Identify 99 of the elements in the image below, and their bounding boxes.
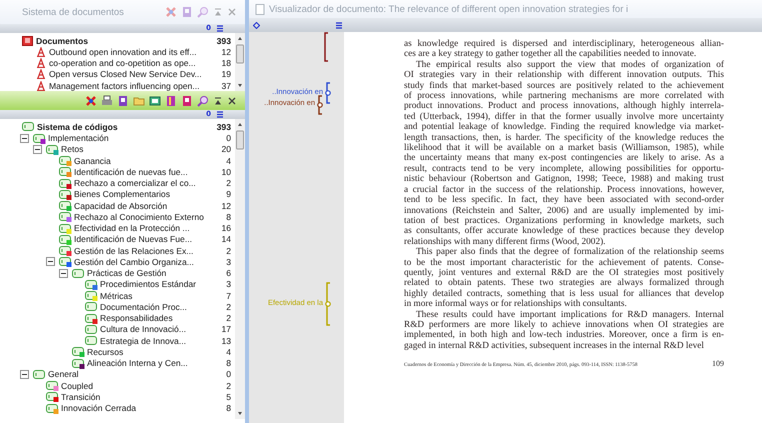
colorful-cross-icon[interactable] — [85, 94, 97, 107]
code-count: 20 — [221, 144, 231, 154]
list-icon[interactable] — [217, 111, 223, 118]
close-icon[interactable] — [227, 94, 237, 107]
code-system-count: 393 — [216, 122, 231, 132]
code-label[interactable]: Innovación Cerrada — [61, 403, 226, 414]
code-bracket[interactable] — [325, 82, 333, 104]
code-count: 0 — [226, 369, 231, 380]
code-count: 8 — [226, 403, 231, 414]
code-count: 12 — [221, 200, 231, 211]
scrollbar[interactable] — [235, 33, 245, 91]
code-label[interactable]: Rechazo a comercializar el co... — [74, 178, 226, 188]
paragraph: These results could have important implications for R&D managers. Internal R&D performers are more likely to achieve innovations when OI strategies are implemented, in both high and low-tech industries. Moreover, once a firm is en- gaged in internal R&D activities, subsequent increases in the internal R&D level — [404, 310, 724, 352]
window-icon[interactable] — [149, 94, 161, 107]
document-count: 18 — [221, 58, 231, 68]
document-set-icon — [22, 36, 33, 46]
code-label[interactable]: Métricas — [100, 290, 226, 301]
panel-title: Sistema de documentos — [22, 6, 125, 18]
book-icon[interactable] — [165, 94, 177, 107]
code-bracket[interactable] — [323, 32, 331, 62]
collapse-toggle[interactable] — [20, 370, 29, 379]
document-label[interactable]: Outbound open innovation and its eff... — [49, 46, 222, 57]
code-icon — [22, 121, 35, 132]
code-count: 4 — [226, 156, 231, 166]
code-label[interactable]: Coupled — [61, 380, 226, 391]
document-count: 12 — [221, 46, 231, 57]
code-count: 8 — [226, 358, 231, 368]
code-count: 2 — [226, 178, 231, 188]
document-label[interactable]: Management factors influencing open... — [49, 80, 222, 91]
code-count: 9 — [226, 189, 231, 200]
code-count: 3 — [226, 256, 231, 267]
code-label[interactable]: Recursos — [87, 346, 226, 357]
code-label[interactable]: Prácticas de Gestión — [87, 268, 226, 278]
code-label[interactable]: Rechazo al Conocimiento Externo — [74, 212, 226, 222]
code-icon — [85, 301, 98, 312]
collapse-toggle[interactable] — [33, 144, 42, 154]
code-label[interactable]: Documentación Proc... — [100, 302, 226, 312]
code-label[interactable]: Cultura de Innovació... — [100, 324, 222, 334]
collapse-toggle[interactable] — [59, 268, 68, 278]
paragraph: as knowledge required is dispersed and interdisciplinary, heterogeneous allian- ces are a key strategy to gather together all the capabilities needed to innovate. — [404, 39, 724, 60]
code-count: 10 — [221, 166, 231, 177]
document-icon[interactable] — [117, 94, 129, 107]
code-count: 8 — [226, 212, 231, 222]
code-count: 16 — [221, 223, 231, 234]
document-root-label[interactable]: Documentos — [36, 36, 217, 46]
code-label[interactable]: Gestión de las Relaciones Ex... — [74, 246, 226, 256]
scrollbar[interactable] — [235, 119, 245, 420]
document-label[interactable]: Open versus Closed New Service Dev... — [49, 69, 222, 80]
code-label[interactable]: Alineación Interna y Cen... — [87, 358, 226, 368]
code-label[interactable]: Identificación de Nuevas Fue... — [74, 234, 222, 244]
document-root-count: 393 — [216, 36, 231, 46]
code-count: 14 — [221, 234, 231, 244]
code-count: 0 — [226, 133, 231, 144]
code-label[interactable]: Capacidad de Absorción — [74, 200, 222, 211]
document-icon — [255, 4, 265, 14]
paragraph: The empirical results also support the view that modes of organization of OI strategies vary in their relationship with different innovation outputs. This study finds that market-based sources are positively related to the achievement of process innovations, while partnering mechanisms are more correlated with product innovations. Product and process innovations, although highly interrela- ted (Utterback, 1994), differ in that the former usually involve more uncertainty and potential leakage of knowledge. Finding the required knowledge via market- length transactions, then, is harder. The specificity of the knowledge reduces the likelihood that it will be available on a market basis (Williamson, 1985), while the uncertainty means that many ex-post contingencies are likely to arise. As a result, contracts tend to be very incomplete, allowing possibilities for opportu- nistic behaviour (Robertson and Gatignon, 1998; Teece, 1988) and making trust a crucial factor in the success of the relationship. Process innovations, however, tend to be less specific. In fact, they have been associated with second-order innovations (Reichstein and Salter, 2006) and are usually implemented by imi- tation of best practices. Organizations performing in knowledge markets, such as consultants, offer accurate knowledge of these practices because they develop relationships with many different firms (Wood, 2002). — [404, 60, 724, 248]
page-number: 109 — [712, 359, 724, 368]
collapse-toggle[interactable] — [46, 257, 55, 266]
code-label[interactable]: Transición — [61, 392, 226, 402]
document-icon[interactable] — [181, 94, 193, 107]
collapse-toggle[interactable] — [20, 134, 29, 143]
code-count: 3 — [226, 279, 231, 290]
code-count: 4 — [226, 346, 231, 357]
code-count: 2 — [226, 302, 231, 312]
code-label[interactable]: Bienes Complementarios — [74, 189, 226, 200]
code-icon — [72, 268, 85, 279]
code-count: 2 — [226, 246, 231, 256]
code-label[interactable]: Responsabilidades — [100, 313, 226, 324]
document-count: 37 — [221, 80, 231, 91]
code-label[interactable]: Ganancia — [74, 156, 226, 166]
code-label[interactable]: Implementación — [48, 133, 226, 144]
code-icon — [85, 335, 98, 346]
list-icon[interactable] — [336, 22, 342, 28]
search-icon[interactable] — [197, 94, 209, 107]
code-count: 6 — [226, 268, 231, 278]
code-bracket[interactable] — [317, 95, 325, 115]
code-count: 5 — [226, 392, 231, 402]
list-icon[interactable] — [217, 25, 223, 32]
code-count: 7 — [226, 290, 231, 301]
code-label[interactable]: Retos — [61, 144, 222, 154]
code-label[interactable]: Gestión del Cambio Organiza... — [74, 256, 226, 267]
code-label[interactable]: Identificación de nuevas fue... — [74, 166, 222, 177]
code-system-label[interactable]: Sistema de códigos — [37, 122, 217, 132]
code-icon — [33, 368, 46, 380]
code-count: 13 — [221, 336, 231, 346]
diamond-icon[interactable] — [253, 22, 260, 28]
code-icon — [85, 324, 98, 335]
paragraph: This paper also finds that the degree of formalization of the relationship seems to be the most important characteristic for the achievement of patents. Conse- quently, joint ventures and external R&D are the OI strategies most positively related to obtain patents. These two strategies are always formalized through highly detailed contracts, something that is less usual for alliances that develop in more informal ways or for relationships with consultants. — [404, 247, 724, 310]
code-count: 2 — [226, 313, 231, 324]
code-count: 2 — [226, 380, 231, 391]
document-label[interactable]: co-operation and co-opetition as ope... — [49, 58, 222, 68]
document-count: 19 — [221, 69, 231, 80]
code-count: 17 — [221, 324, 231, 334]
viewer-title: Visualizador de documento: The relevance of different open innovation strategies for i — [269, 4, 630, 14]
code-label[interactable]: Efectividad en la Protección ... — [74, 223, 222, 234]
code-label[interactable]: Procedimientos Estándar — [100, 279, 226, 290]
code-label[interactable]: Estrategia de Innova... — [100, 336, 222, 346]
code-label[interactable]: General — [48, 369, 226, 380]
printer-icon[interactable] — [101, 94, 113, 107]
